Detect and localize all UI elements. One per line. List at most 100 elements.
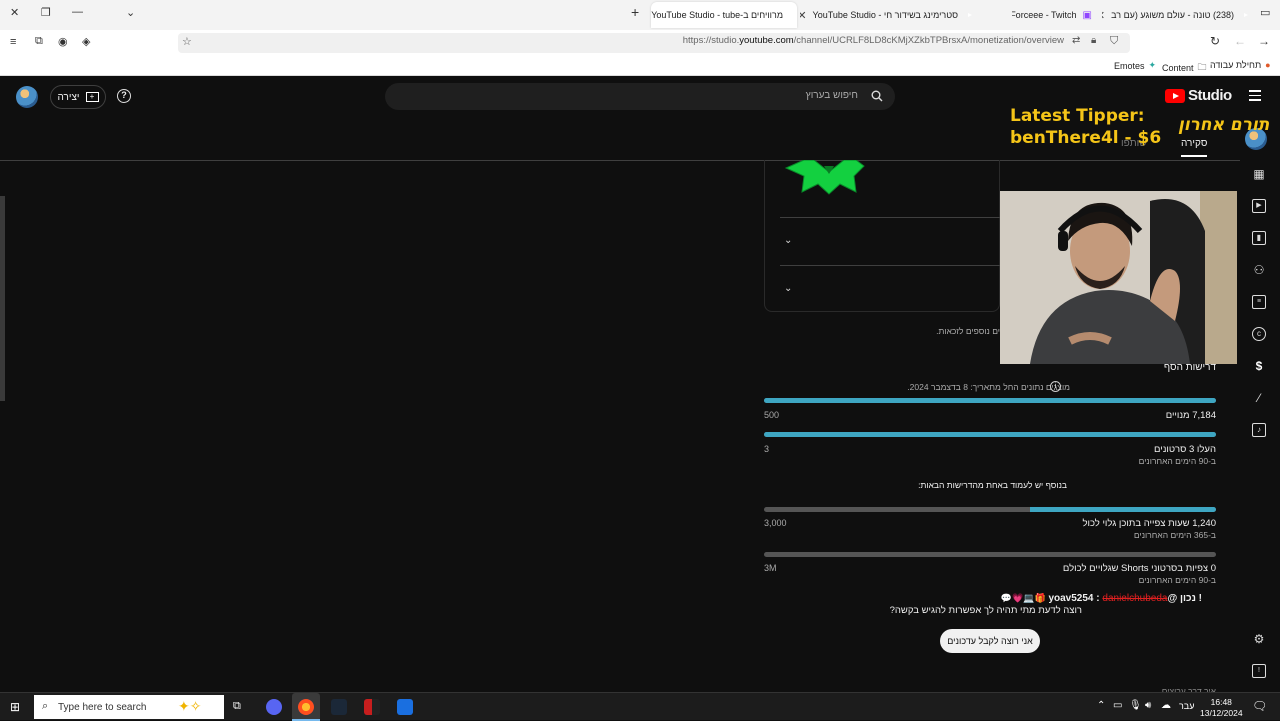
reload-icon[interactable]: ↻ xyxy=(1210,34,1220,48)
analytics-icon[interactable]: ▮ xyxy=(1252,231,1266,245)
latest-tipper-value: benThere4l - $6 xyxy=(1010,128,1162,148)
scrollbar[interactable] xyxy=(0,196,5,401)
search-input[interactable]: חיפוש בערוץ xyxy=(385,83,895,110)
tab-youtube-video[interactable]: (238) טונה - עולם משוגע (עם רב ✕ xyxy=(1102,2,1248,28)
tab-overview[interactable]: סקירה xyxy=(1181,138,1208,157)
account-icon[interactable]: ◉ xyxy=(58,35,68,48)
task-view-icon[interactable]: ⧉ xyxy=(233,700,241,713)
shield-icon[interactable]: ⛉ xyxy=(1110,35,1118,48)
discord-app-icon[interactable] xyxy=(266,699,282,715)
browser-tab-bar: ✕ ❐ — ⌄ + מרוויחים ב-YouTube Studio - tu… xyxy=(0,0,1280,30)
tray-overflow-icon[interactable]: ⌃ xyxy=(1097,700,1105,711)
extensions-icon[interactable]: ⧉ xyxy=(35,35,43,48)
tab-live-streaming[interactable]: סטרימינג בשידור חי - YouTube Studio ✕ xyxy=(800,2,972,28)
feedback-icon[interactable]: ! xyxy=(1252,664,1266,678)
tab-title: (238) טונה - עולם משוגע (עם רב xyxy=(1111,10,1234,20)
watch-hours-label: 1,240 שעות צפייה בתוכן גלוי לכול xyxy=(1082,518,1216,529)
bookmark-getting-started[interactable]: ● תחילת עבודה xyxy=(1210,60,1271,70)
audio-library-icon[interactable]: ♪ xyxy=(1252,423,1266,437)
studio-nav-rail: ▦ ▶ ▮ ⚇ ≡ c $ ⁄ ♪ ⚙ ! xyxy=(1240,120,1280,692)
cloud-icon[interactable]: ☁ xyxy=(1161,700,1171,711)
card-divider xyxy=(780,265,1000,266)
window-restore-icon[interactable]: ❐ xyxy=(41,6,51,19)
clock-time: 16:48 xyxy=(1210,697,1232,707)
twitch-favicon-icon: ▣ xyxy=(1082,9,1092,21)
logo-text: Studio xyxy=(1188,87,1232,104)
tab-close-icon[interactable]: ✕ xyxy=(800,9,807,22)
taskbar-search-placeholder: Type here to search xyxy=(58,702,147,713)
search-icon xyxy=(871,90,883,102)
steam-app-icon[interactable] xyxy=(331,699,347,715)
firefox-app-icon[interactable] xyxy=(298,699,314,715)
tab-list-chevron-icon[interactable]: ⌄ xyxy=(126,6,135,19)
tab-monetization[interactable]: מרוויחים ב-YouTube Studio - tube ✕ xyxy=(651,2,797,28)
bookmark-content[interactable]: 🗀 Content xyxy=(1162,60,1207,76)
subscribers-label: 7,184 מנויים xyxy=(1165,410,1216,421)
bookmark-label: Content xyxy=(1162,63,1194,73)
shorts-views-progress-bar xyxy=(764,552,1216,557)
network-icon[interactable]: ▭ xyxy=(1113,700,1122,711)
get-updates-button[interactable]: אני רוצה לקבל עדכונים xyxy=(940,629,1040,653)
bookmark-label: Emotes xyxy=(1114,60,1145,71)
lock-icon: 🔒︎ xyxy=(1091,35,1097,46)
dashboard-icon[interactable]: ▦ xyxy=(1252,167,1266,181)
obs-app-icon[interactable] xyxy=(364,699,380,715)
help-icon[interactable]: ? xyxy=(117,89,131,103)
search-highlight-icon: ✦✧ xyxy=(178,698,202,714)
menu-icon[interactable]: ≡ xyxy=(10,36,16,48)
tab-title: סטרימינג בשידור חי - YouTube Studio xyxy=(812,10,958,20)
windows-start-icon[interactable]: ⊞ xyxy=(10,700,20,714)
shorts-views-label: 0 צפיות בסרטוני Shorts שגלויים לכולם xyxy=(1062,563,1216,574)
vpn-app-icon[interactable] xyxy=(397,699,413,715)
taskbar-search-input[interactable]: ⌕ Type here to search ✦✧ xyxy=(34,695,224,719)
streamer-webcam-image xyxy=(1000,191,1237,364)
community-icon[interactable]: ⚇ xyxy=(1252,263,1266,277)
latest-tipper-hebrew: תורם אחרון xyxy=(1178,115,1270,135)
firefox-bookmark-icon: ● xyxy=(1265,60,1271,70)
either-requirement-note: בנוסף יש לעמוד באחת מהדרישות הבאות: xyxy=(918,480,1067,490)
chat-mention: danielchubeda xyxy=(1102,593,1168,604)
content-icon[interactable]: ▶ xyxy=(1252,199,1266,213)
new-tab-button[interactable]: + xyxy=(631,4,639,20)
info-icon[interactable]: i xyxy=(1050,381,1061,392)
youtube-play-icon xyxy=(1165,88,1185,103)
reader-view-icon[interactable]: ⇄ xyxy=(1072,35,1080,46)
settings-gear-icon[interactable]: ⚙ xyxy=(1252,632,1266,646)
window-minimize-icon[interactable]: — xyxy=(72,6,83,18)
chat-separator: : xyxy=(1096,593,1100,604)
windows-taskbar: ⊞ ⌕ Type here to search ✦✧ ⧉ ⌃ ▭ 🎙︎ 🔊︎ ☁… xyxy=(0,692,1280,721)
taskbar-clock[interactable]: 16:48 13/12/2024 xyxy=(1200,697,1243,719)
subscribers-target: 500 xyxy=(764,410,780,420)
uploads-period: ב-90 הימים האחרונים xyxy=(1138,456,1216,466)
tab-twitch[interactable]: ▣ Forceee - Twitch xyxy=(1012,2,1100,28)
language-indicator[interactable]: עבר xyxy=(1179,701,1194,711)
uploads-target: 3 xyxy=(764,444,770,454)
subtitles-icon[interactable]: ≡ xyxy=(1252,295,1266,309)
customization-wand-icon[interactable]: ⁄ xyxy=(1252,391,1266,405)
forward-icon[interactable]: ← xyxy=(1234,34,1246,48)
search-placeholder: חיפוש בערוץ xyxy=(805,90,858,101)
shorts-views-target: 3M xyxy=(764,563,777,573)
earn-dollar-icon[interactable]: $ xyxy=(1252,359,1266,373)
pocket-icon[interactable]: ◈ xyxy=(82,35,90,48)
microphone-icon[interactable]: 🎙︎ xyxy=(1129,700,1142,711)
volume-icon[interactable]: 🔊︎ xyxy=(1145,700,1151,711)
latest-tipper-title: Latest Tipper: xyxy=(1010,106,1145,126)
window-close-icon[interactable]: ✕ xyxy=(10,6,19,19)
chat-emotes-icon: 🎁💻💗💬 xyxy=(1000,593,1046,603)
expand-chevron-icon[interactable]: ⌄ xyxy=(784,283,792,294)
notifications-icon[interactable]: 🗨︎ xyxy=(1252,699,1267,713)
channel-avatar[interactable] xyxy=(16,86,38,108)
bookmark-star-icon[interactable]: ☆ xyxy=(182,35,192,48)
tab-close-icon[interactable]: ✕ xyxy=(1102,9,1105,22)
copyright-icon[interactable]: c xyxy=(1252,327,1266,341)
youtube-studio-logo[interactable]: Studio xyxy=(1165,87,1232,104)
card-divider xyxy=(780,217,1000,218)
bookmark-label: תחילת עבודה xyxy=(1210,60,1262,70)
create-button[interactable]: + יצירה xyxy=(50,85,106,109)
bookmark-emotes[interactable]: ✦ Emotes xyxy=(1114,60,1156,71)
tab-overview-icon[interactable]: ▭ xyxy=(1260,6,1270,19)
back-icon[interactable]: → xyxy=(1258,34,1270,48)
expand-chevron-icon[interactable]: ⌄ xyxy=(784,235,792,246)
hamburger-menu-icon[interactable] xyxy=(1249,90,1261,104)
